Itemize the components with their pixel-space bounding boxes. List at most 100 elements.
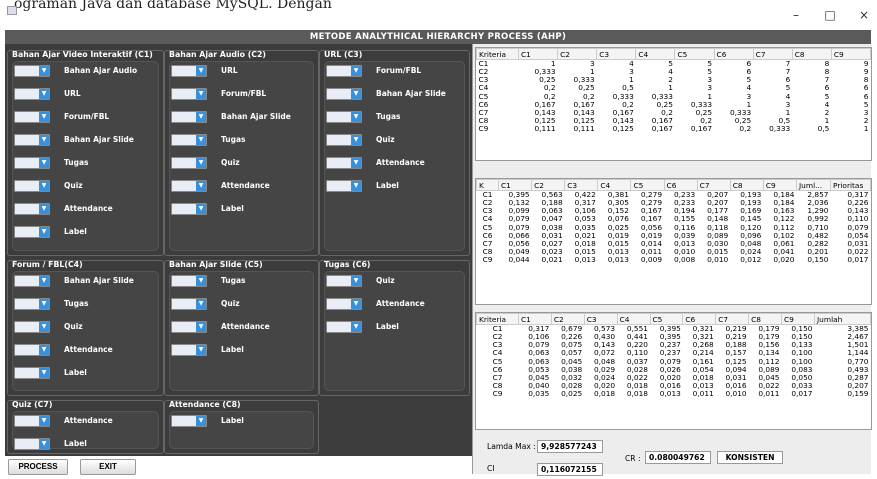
weight-select[interactable]: ▼ (14, 203, 50, 215)
weight-select[interactable]: ▼ (171, 203, 207, 215)
weight-select[interactable]: ▼ (171, 275, 207, 287)
weight-select[interactable]: ▼ (14, 321, 50, 333)
consistency-status[interactable]: KONSISTEN (717, 451, 783, 464)
chevron-down-icon[interactable]: ▼ (351, 181, 361, 191)
weight-select[interactable]: ▼ (171, 298, 207, 310)
chevron-down-icon[interactable]: ▼ (39, 227, 49, 237)
chevron-down-icon[interactable]: ▼ (39, 204, 49, 214)
weight-select[interactable]: ▼ (14, 111, 50, 123)
column-header[interactable]: C2 (531, 179, 566, 191)
column-header[interactable]: C2 (550, 313, 585, 325)
weight-select[interactable]: ▼ (14, 88, 50, 100)
chevron-down-icon[interactable]: ▼ (39, 322, 49, 332)
weight-select[interactable]: ▼ (326, 298, 362, 310)
column-header[interactable]: C9 (762, 179, 798, 191)
chevron-down-icon[interactable]: ▼ (39, 368, 49, 378)
table-row[interactable]: C5 0,079 0,038 0,035 0,025 0,056 0,116 0,118 0,1… (477, 224, 871, 232)
table-row[interactable]: C8 0,049 0,023 0,015 0,013 0,011 0,010 0,015 0,0… (477, 248, 871, 256)
weight-select[interactable]: ▼ (326, 321, 362, 333)
chevron-down-icon[interactable]: ▼ (39, 66, 49, 76)
exit-button[interactable]: EXIT (80, 459, 136, 475)
chevron-down-icon[interactable]: ▼ (351, 299, 361, 309)
table-row[interactable]: C6 0,066 0,031 0,021 0,019 0,019 0,039 0,089 0,0… (477, 232, 871, 240)
weight-select[interactable]: ▼ (14, 157, 50, 169)
weight-select[interactable]: ▼ (171, 180, 207, 192)
column-header[interactable]: Kriteria (476, 48, 519, 60)
normalized-matrix-table[interactable]: K C1 C2 C3 C4 C5 C6 C7 C8 C9 Juml... Prioritas C1 0,3… (475, 178, 872, 305)
chevron-down-icon[interactable]: ▼ (39, 135, 49, 145)
consistency-matrix-table[interactable]: Kriteria C1 C2 C3 C4 C5 C6 C7 C8 C9 Jumlah C1 0,317 0… (475, 312, 872, 430)
chevron-down-icon[interactable]: ▼ (39, 89, 49, 99)
table-row[interactable]: C4 0,2 0,25 0,5 1 3 4 5 6 6 (477, 84, 871, 92)
column-header[interactable]: C8 (748, 313, 782, 325)
column-header[interactable]: K (476, 179, 499, 191)
weight-select[interactable]: ▼ (171, 134, 207, 146)
chevron-down-icon[interactable]: ▼ (39, 299, 49, 309)
weight-select[interactable]: ▼ (14, 226, 50, 238)
column-header[interactable]: C1 (497, 179, 533, 191)
column-header[interactable]: C1 (517, 48, 559, 60)
chevron-down-icon[interactable]: ▼ (351, 135, 361, 145)
column-header[interactable]: C6 (663, 179, 698, 191)
table-row[interactable]: C2 0,333 1 3 4 5 6 7 8 9 (477, 68, 871, 76)
table-row[interactable]: C9 0,111 0,111 0,125 0,167 0,167 0,2 0,333 0,5 1 (477, 125, 871, 133)
chevron-down-icon[interactable]: ▼ (39, 439, 49, 449)
column-header[interactable]: C7 (715, 313, 750, 325)
column-header[interactable]: C7 (696, 179, 731, 191)
column-header[interactable]: C9 (781, 313, 815, 325)
weight-select[interactable]: ▼ (326, 275, 362, 287)
ci-value[interactable]: 0,116072155 (537, 463, 603, 476)
column-header[interactable]: C2 (557, 48, 598, 60)
weight-select[interactable]: ▼ (14, 134, 50, 146)
column-header[interactable]: C8 (729, 179, 764, 191)
weight-select[interactable]: ▼ (14, 344, 50, 356)
table-row[interactable]: C6 0,053 0,038 0,029 0,028 0,026 0,054 0,094 0,0… (477, 366, 871, 374)
weight-select[interactable]: ▼ (326, 157, 362, 169)
chevron-down-icon[interactable]: ▼ (196, 66, 206, 76)
column-header[interactable]: C9 (830, 48, 871, 60)
cr-value[interactable]: 0.080049762 (645, 451, 711, 464)
weight-select[interactable]: ▼ (14, 298, 50, 310)
chevron-down-icon[interactable]: ▼ (351, 89, 361, 99)
table-row[interactable]: C7 0,143 0,143 0,167 0,2 0,25 0,333 1 2 3 (477, 109, 871, 117)
column-header[interactable]: C5 (674, 48, 715, 60)
column-header[interactable]: C6 (682, 313, 717, 325)
table-row[interactable]: C8 0,125 0,125 0,143 0,167 0,2 0,25 0,5 1 2 (477, 117, 871, 125)
column-header[interactable]: C4 (597, 179, 632, 191)
chevron-down-icon[interactable]: ▼ (351, 276, 361, 286)
table-row[interactable]: C4 0,079 0,047 0,053 0,076 0,167 0,155 0,148 0,1… (477, 215, 871, 223)
weight-select[interactable]: ▼ (171, 415, 207, 427)
chevron-down-icon[interactable]: ▼ (39, 158, 49, 168)
chevron-down-icon[interactable]: ▼ (39, 112, 49, 122)
table-row[interactable]: C1 1 3 4 5 5 6 7 8 9 (477, 60, 871, 69)
weight-select[interactable]: ▼ (14, 275, 50, 287)
table-row[interactable]: C2 0,132 0,188 0,317 0,305 0,279 0,233 0,207 0,1… (477, 199, 871, 207)
column-header[interactable]: C3 (596, 48, 637, 60)
column-header[interactable]: Prioritas (830, 179, 871, 191)
weight-select[interactable]: ▼ (171, 88, 207, 100)
weight-select[interactable]: ▼ (326, 65, 362, 77)
table-row[interactable]: C8 0,040 0,028 0,020 0,018 0,016 0,013 0,016 0,0… (477, 382, 871, 390)
chevron-down-icon[interactable]: ▼ (196, 204, 206, 214)
chevron-down-icon[interactable]: ▼ (351, 322, 361, 332)
column-header[interactable]: C1 (518, 313, 552, 325)
table-row[interactable]: C9 0,035 0,025 0,018 0,018 0,013 0,011 0,010 0,0… (477, 390, 871, 398)
minimize-button[interactable]: – (789, 9, 803, 21)
column-header[interactable]: C8 (791, 48, 832, 60)
table-row[interactable]: C9 0,044 0,021 0,013 0,013 0,009 0,008 0,010 0,0… (477, 256, 871, 264)
chevron-down-icon[interactable]: ▼ (196, 112, 206, 122)
column-header[interactable]: Kriteria (476, 313, 519, 325)
weight-select[interactable]: ▼ (171, 157, 207, 169)
column-header[interactable]: C3 (583, 313, 618, 325)
table-row[interactable]: C3 0,099 0,063 0,106 0,152 0,167 0,194 0,177 0,1… (477, 207, 871, 215)
chevron-down-icon[interactable]: ▼ (39, 276, 49, 286)
chevron-down-icon[interactable]: ▼ (196, 181, 206, 191)
weight-select[interactable]: ▼ (14, 65, 50, 77)
chevron-down-icon[interactable]: ▼ (351, 66, 361, 76)
chevron-down-icon[interactable]: ▼ (196, 299, 206, 309)
chevron-down-icon[interactable]: ▼ (196, 345, 206, 355)
table-row[interactable]: C5 0,2 0,2 0,333 0,333 1 3 4 5 6 (477, 93, 871, 101)
lamda-max-value[interactable]: 9,928577243 (537, 440, 603, 453)
table-row[interactable]: C6 0,167 0,167 0,2 0,25 0,333 1 3 4 5 (477, 101, 871, 109)
weight-select[interactable]: ▼ (326, 134, 362, 146)
